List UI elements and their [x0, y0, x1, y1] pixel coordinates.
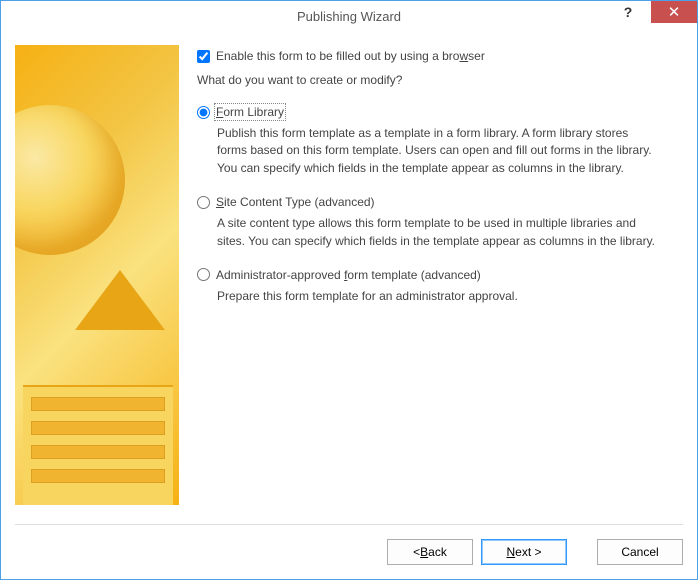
close-button[interactable]: ✕	[651, 1, 697, 23]
cancel-button[interactable]: Cancel	[597, 539, 683, 565]
radio-admin-approved[interactable]	[197, 268, 210, 281]
option-site-content-type: Site Content Type (advanced) A site cont…	[197, 195, 673, 250]
next-button[interactable]: Next >	[481, 539, 567, 565]
close-icon: ✕	[668, 3, 681, 21]
radio-site-content-type-label[interactable]: Site Content Type (advanced)	[216, 195, 375, 209]
radio-form-library-label[interactable]: Form Library	[216, 105, 284, 119]
back-button[interactable]: < Back	[387, 539, 473, 565]
radio-site-content-type[interactable]	[197, 196, 210, 209]
enable-browser-checkbox-row: Enable this form to be filled out by usi…	[197, 49, 673, 63]
desc-admin-approved: Prepare this form template for an admini…	[217, 288, 657, 305]
titlebar-buttons: ? ✕	[605, 1, 697, 23]
enable-browser-checkbox[interactable]	[197, 50, 210, 63]
wizard-graphic	[15, 45, 179, 505]
titlebar: Publishing Wizard ? ✕	[1, 1, 697, 31]
divider	[15, 524, 683, 525]
window-title: Publishing Wizard	[1, 9, 697, 24]
content-area: Enable this form to be filled out by usi…	[1, 31, 697, 509]
radio-admin-approved-label[interactable]: Administrator-approved form template (ad…	[216, 268, 481, 282]
form-area: Enable this form to be filled out by usi…	[179, 45, 683, 509]
option-admin-approved: Administrator-approved form template (ad…	[197, 268, 673, 305]
enable-browser-label[interactable]: Enable this form to be filled out by usi…	[216, 49, 485, 63]
desc-form-library: Publish this form template as a template…	[217, 125, 657, 177]
wizard-buttons: < Back Next > Cancel	[387, 539, 683, 565]
prompt-text: What do you want to create or modify?	[197, 73, 673, 87]
option-form-library: Form Library Publish this form template …	[197, 105, 673, 177]
radio-form-library[interactable]	[197, 106, 210, 119]
help-button[interactable]: ?	[605, 1, 651, 23]
desc-site-content-type: A site content type allows this form tem…	[217, 215, 657, 250]
